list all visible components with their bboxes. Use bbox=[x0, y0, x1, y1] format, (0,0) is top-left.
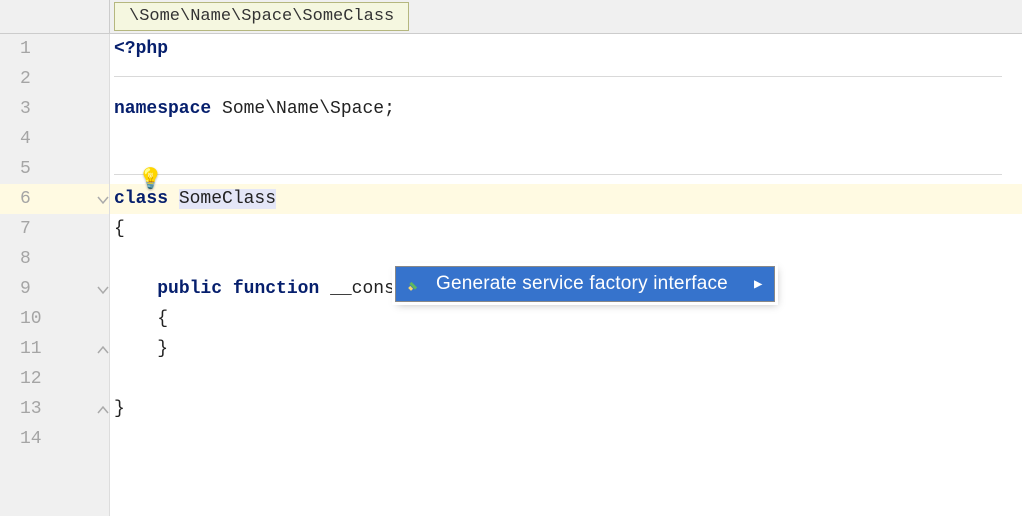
code-line[interactable] bbox=[110, 64, 1022, 94]
indent bbox=[114, 309, 157, 329]
keyword: public bbox=[157, 279, 233, 299]
code-line[interactable]: } bbox=[110, 334, 1022, 364]
code-line[interactable]: { bbox=[110, 304, 1022, 334]
line-number[interactable]: 14 bbox=[0, 424, 109, 454]
namespace-path: Some\Name\Space bbox=[222, 99, 384, 119]
fold-marker-icon[interactable] bbox=[96, 283, 110, 297]
intention-bulb-icon[interactable]: 💡 bbox=[138, 166, 163, 192]
keyword: function bbox=[233, 279, 330, 299]
line-number[interactable]: 8 bbox=[0, 244, 109, 274]
line-number[interactable]: 11 bbox=[0, 334, 109, 364]
code-line[interactable]: <?php bbox=[110, 34, 1022, 64]
code-line[interactable]: namespace Some\Name\Space; bbox=[110, 94, 1022, 124]
code-line[interactable]: } bbox=[110, 394, 1022, 424]
line-number[interactable]: 7 bbox=[0, 214, 109, 244]
line-number[interactable]: 12 bbox=[0, 364, 109, 394]
code-line[interactable] bbox=[110, 124, 1022, 154]
brace: } bbox=[114, 399, 125, 419]
indent bbox=[114, 279, 157, 299]
indent bbox=[114, 339, 157, 359]
gutter: 1 2 3 4 5 6 7 8 9 10 11 12 13 14 bbox=[0, 34, 110, 516]
code-line[interactable] bbox=[110, 154, 1022, 184]
breadcrumb-item[interactable]: \Some\Name\Space\SomeClass bbox=[114, 2, 409, 31]
php-open-tag: <?php bbox=[114, 39, 168, 59]
gutter-header bbox=[0, 0, 110, 33]
line-number[interactable]: 1 bbox=[0, 34, 109, 64]
line-number-current[interactable]: 6 bbox=[0, 184, 109, 214]
line-number[interactable]: 4 bbox=[0, 124, 109, 154]
code-line[interactable] bbox=[110, 364, 1022, 394]
line-number[interactable]: 9 bbox=[0, 274, 109, 304]
breadcrumb-bar: \Some\Name\Space\SomeClass bbox=[0, 0, 1022, 34]
line-number[interactable]: 5 bbox=[0, 154, 109, 184]
editor-area: 1 2 3 4 5 6 7 8 9 10 11 12 13 14 💡 <?php bbox=[0, 34, 1022, 516]
line-number[interactable]: 3 bbox=[0, 94, 109, 124]
fold-marker-icon[interactable] bbox=[96, 343, 110, 357]
intention-popup: Generate service factory interface ▶ bbox=[395, 266, 775, 302]
brace: } bbox=[157, 339, 168, 359]
code-line[interactable]: { bbox=[110, 214, 1022, 244]
line-number[interactable]: 2 bbox=[0, 64, 109, 94]
brace: { bbox=[114, 219, 125, 239]
line-number[interactable]: 10 bbox=[0, 304, 109, 334]
brace: { bbox=[157, 309, 168, 329]
intention-label[interactable]: Generate service factory interface bbox=[436, 273, 728, 295]
line-number[interactable]: 13 bbox=[0, 394, 109, 424]
class-name: SomeClass bbox=[179, 189, 276, 209]
fold-marker-icon[interactable] bbox=[96, 403, 110, 417]
code-line-current[interactable]: class SomeClass bbox=[110, 184, 1022, 214]
code-line[interactable] bbox=[110, 424, 1022, 454]
submenu-arrow-icon[interactable]: ▶ bbox=[754, 276, 762, 293]
pencil-icon bbox=[406, 275, 424, 293]
semicolon: ; bbox=[384, 99, 395, 119]
keyword: class bbox=[114, 189, 179, 209]
fold-marker-icon[interactable] bbox=[96, 193, 110, 207]
keyword: namespace bbox=[114, 99, 222, 119]
code-area[interactable]: 💡 <?php namespace Some\Name\Space; class… bbox=[110, 34, 1022, 516]
